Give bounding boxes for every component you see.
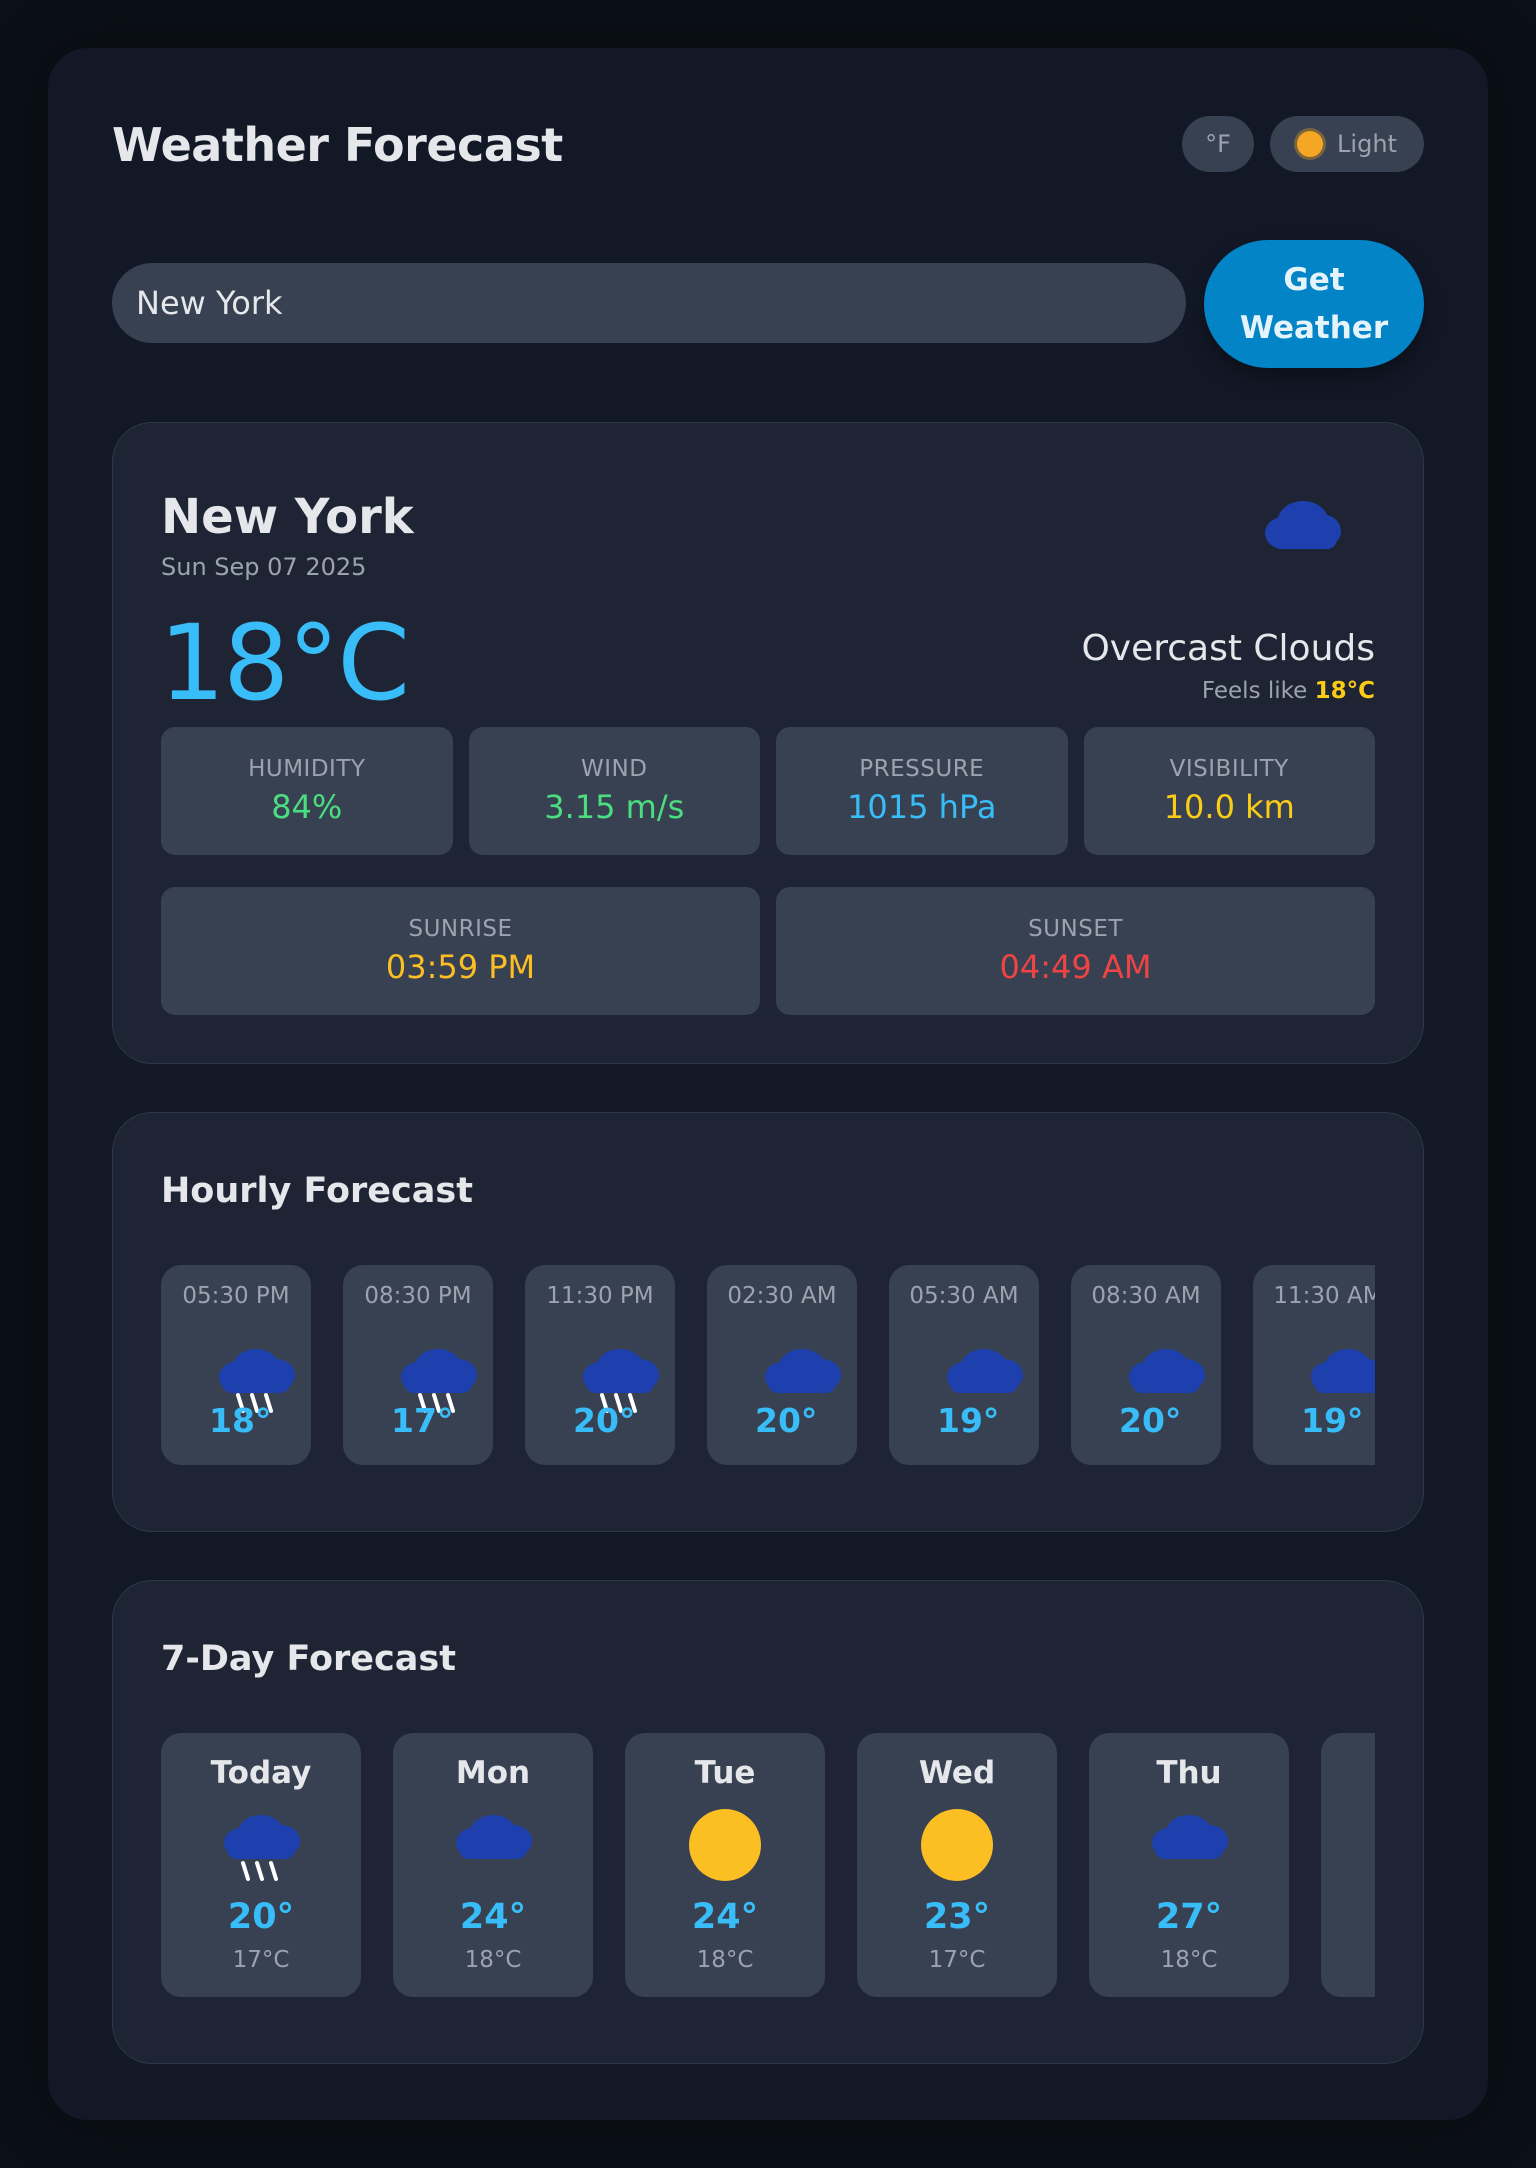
daily-item: Today 20° 17°C	[161, 1733, 361, 1997]
daily-forecast-title: 7-Day Forecast	[161, 1639, 456, 1679]
hour-time: 05:30 AM	[909, 1283, 1019, 1309]
hour-time: 11:30 PM	[546, 1283, 654, 1309]
hourly-item: 11:30 AM 19°	[1253, 1265, 1375, 1465]
hour-temp: 20°	[573, 1401, 636, 1440]
hour-time: 08:30 AM	[1091, 1283, 1201, 1309]
hour-time: 08:30 PM	[364, 1283, 472, 1309]
day-high-temp: 27°	[1155, 1897, 1223, 1937]
hourly-item: 05:30 PM 18°	[161, 1265, 311, 1465]
cloud-icon	[1263, 495, 1343, 555]
unit-toggle-button[interactable]: °F	[1182, 116, 1254, 172]
stat-visibility: VISIBILITY 10.0 km	[1083, 727, 1375, 855]
stat-value: 84%	[271, 788, 343, 826]
sun-times: SUNRISE 03:59 PM SUNSET 04:49 AM	[161, 887, 1375, 1015]
sun-icon	[685, 1809, 765, 1893]
stat-label: SUNRISE	[408, 916, 513, 942]
hour-time: 11:30 AM	[1273, 1283, 1375, 1309]
stat-pressure: PRESSURE 1015 hPa	[776, 727, 1068, 855]
stat-value: 3.15 m/s	[544, 788, 685, 826]
day-high-temp: 20°	[227, 1897, 295, 1937]
city-search-input[interactable]	[112, 263, 1186, 343]
daily-item: Tue 24° 18°C	[625, 1733, 825, 1997]
hour-temp: 17°	[391, 1401, 454, 1440]
stat-humidity: HUMIDITY 84%	[161, 727, 453, 855]
day-low-temp: 18°C	[696, 1947, 754, 1973]
city-name: New York	[161, 489, 414, 545]
header-controls: °F Light	[1182, 116, 1424, 172]
stat-label: PRESSURE	[859, 756, 985, 782]
hourly-forecast-list[interactable]: 05:30 PM 18° 08:30 PM 17° 11:30 PM 20° 0…	[161, 1265, 1375, 1467]
day-high-temp: 24°	[459, 1897, 527, 1937]
stat-value: 03:59 PM	[385, 948, 536, 986]
stat-label: SUNSET	[1028, 916, 1123, 942]
hourly-forecast-title: Hourly Forecast	[161, 1171, 473, 1211]
sun-icon	[1297, 131, 1324, 157]
stat-wind: WIND 3.15 m/s	[468, 727, 760, 855]
hourly-forecast-card: Hourly Forecast 05:30 PM 18° 08:30 PM 17…	[112, 1112, 1424, 1532]
hour-temp: 19°	[1301, 1401, 1364, 1440]
cloud-icon	[453, 1809, 533, 1893]
hour-time: 05:30 PM	[182, 1283, 290, 1309]
weather-condition: Overcast Clouds	[1081, 628, 1375, 669]
stat-value: 04:49 AM	[999, 948, 1152, 986]
stat-label: HUMIDITY	[248, 756, 366, 782]
page-title: Weather Forecast	[112, 118, 563, 172]
weather-app: Weather Forecast °F Light Get Weather Ne…	[48, 48, 1488, 2120]
current-date: Sun Sep 07 2025	[161, 553, 367, 581]
hour-temp: 20°	[1119, 1401, 1182, 1440]
current-weather-card: New York Sun Sep 07 2025 18°C Overcast C…	[112, 422, 1424, 1064]
day-name: Thu	[1156, 1755, 1222, 1791]
search-bar: Get Weather	[112, 240, 1424, 370]
hourly-item: 08:30 PM 17°	[343, 1265, 493, 1465]
day-high-temp: 24°	[691, 1897, 759, 1937]
rain-cloud-icon	[221, 1809, 301, 1893]
hour-temp: 19°	[937, 1401, 1000, 1440]
daily-item: Wed 23° 17°C	[857, 1733, 1057, 1997]
hourly-item: 05:30 AM 19°	[889, 1265, 1039, 1465]
feels-like-label: Feels like	[1201, 678, 1308, 704]
hourly-item: 08:30 AM 20°	[1071, 1265, 1221, 1465]
stat-label: WIND	[581, 756, 648, 782]
daily-item: Mon 24° 18°C	[393, 1733, 593, 1997]
day-name: Wed	[918, 1755, 996, 1791]
stat-label: VISIBILITY	[1169, 756, 1289, 782]
day-low-temp: 18°C	[1160, 1947, 1218, 1973]
hour-temp: 18°	[209, 1401, 272, 1440]
hour-temp: 20°	[755, 1401, 818, 1440]
day-name: Today	[210, 1755, 312, 1791]
hourly-item: 02:30 AM 20°	[707, 1265, 857, 1465]
daily-item: Thu 27° 18°C	[1089, 1733, 1289, 1997]
hour-time: 02:30 AM	[727, 1283, 837, 1309]
sun-icon	[917, 1809, 997, 1893]
day-name: Tue	[694, 1755, 756, 1791]
day-name: Mon	[455, 1755, 531, 1791]
stat-sunrise: SUNRISE 03:59 PM	[161, 887, 760, 1015]
day-high-temp: 23°	[923, 1897, 991, 1937]
stat-sunset: SUNSET 04:49 AM	[776, 887, 1375, 1015]
stat-value: 10.0 km	[1163, 788, 1295, 826]
theme-toggle-label: Light	[1337, 130, 1397, 158]
feels-like: Feels like 18°C	[1202, 678, 1375, 704]
daily-forecast-list[interactable]: Today 20° 17°C Mon 24° 18°C Tue 24° 18°C…	[161, 1733, 1375, 1997]
current-temperature: 18°C	[159, 602, 410, 724]
day-low-temp: 17°C	[928, 1947, 986, 1973]
header: Weather Forecast °F Light	[112, 48, 1424, 240]
weather-stats: HUMIDITY 84% WIND 3.15 m/s PRESSURE 1015…	[161, 727, 1375, 855]
feels-like-value: 18°C	[1314, 678, 1375, 704]
day-low-temp: 18°C	[464, 1947, 522, 1973]
hourly-item: 11:30 PM 20°	[525, 1265, 675, 1465]
cloud-icon	[1149, 1809, 1229, 1893]
daily-item	[1321, 1733, 1375, 1997]
get-weather-button[interactable]: Get Weather	[1204, 240, 1424, 368]
day-low-temp: 17°C	[232, 1947, 290, 1973]
daily-forecast-card: 7-Day Forecast Today 20° 17°C Mon 24° 18…	[112, 1580, 1424, 2064]
stat-value: 1015 hPa	[847, 788, 997, 826]
theme-toggle-button[interactable]: Light	[1270, 116, 1424, 172]
